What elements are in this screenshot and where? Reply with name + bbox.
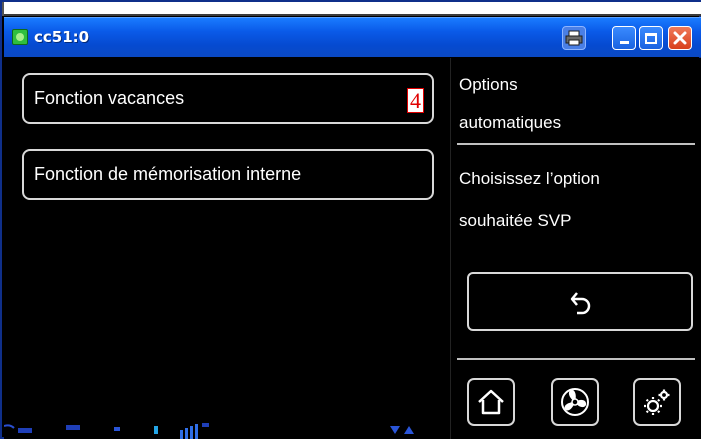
title-bar[interactable]: cc51:0 xyxy=(4,17,701,57)
printer-icon xyxy=(565,30,583,46)
close-icon xyxy=(673,31,687,45)
menu-pane: Fonction vacances 4 Fonction de mémorisa… xyxy=(3,58,453,439)
options-title: Options automatiques xyxy=(459,66,561,142)
window-title: cc51:0 xyxy=(34,28,90,46)
home-button[interactable] xyxy=(467,378,515,426)
separator xyxy=(457,143,695,145)
window-frame: cc51:0 Fonction vacances 4 Fonction de m… xyxy=(0,0,701,439)
vacation-function-button[interactable]: Fonction vacances 4 xyxy=(22,73,434,124)
fan-icon xyxy=(561,388,589,416)
maximize-icon xyxy=(645,32,657,44)
internal-memory-function-button[interactable]: Fonction de mémorisation interne xyxy=(22,149,434,200)
separator xyxy=(457,358,695,360)
gear-icon xyxy=(644,389,670,415)
instruction-text: Choisissez l’option souhaitée SVP xyxy=(459,158,689,242)
back-arrow-icon xyxy=(570,291,591,314)
fan-button[interactable] xyxy=(551,378,599,426)
signal-decoration-icon xyxy=(3,423,414,439)
settings-button[interactable] xyxy=(633,378,681,426)
frame-top-edge xyxy=(2,2,701,16)
status-strip xyxy=(3,408,453,439)
printer-button[interactable] xyxy=(562,26,586,50)
instruction-line-2: souhaitée SVP xyxy=(459,211,572,230)
back-button[interactable] xyxy=(467,272,693,331)
app-icon xyxy=(12,29,28,45)
internal-memory-function-label: Fonction de mémorisation interne xyxy=(34,164,302,184)
instruction-line-1: Choisissez l’option xyxy=(459,169,600,188)
minimize-icon xyxy=(619,41,629,44)
minimize-button[interactable] xyxy=(612,26,636,50)
close-button[interactable] xyxy=(668,26,692,50)
options-title-line-1: Options xyxy=(459,75,518,94)
app-content: Fonction vacances 4 Fonction de mémorisa… xyxy=(3,58,701,439)
options-title-line-2: automatiques xyxy=(459,113,562,132)
pane-divider xyxy=(450,58,451,439)
vacation-function-label: Fonction vacances xyxy=(34,88,185,108)
marker-badge: 4 xyxy=(407,88,424,113)
options-pane: Options automatiques Choisissez l’option… xyxy=(453,58,701,439)
maximize-button[interactable] xyxy=(639,26,663,50)
home-icon xyxy=(478,389,504,415)
